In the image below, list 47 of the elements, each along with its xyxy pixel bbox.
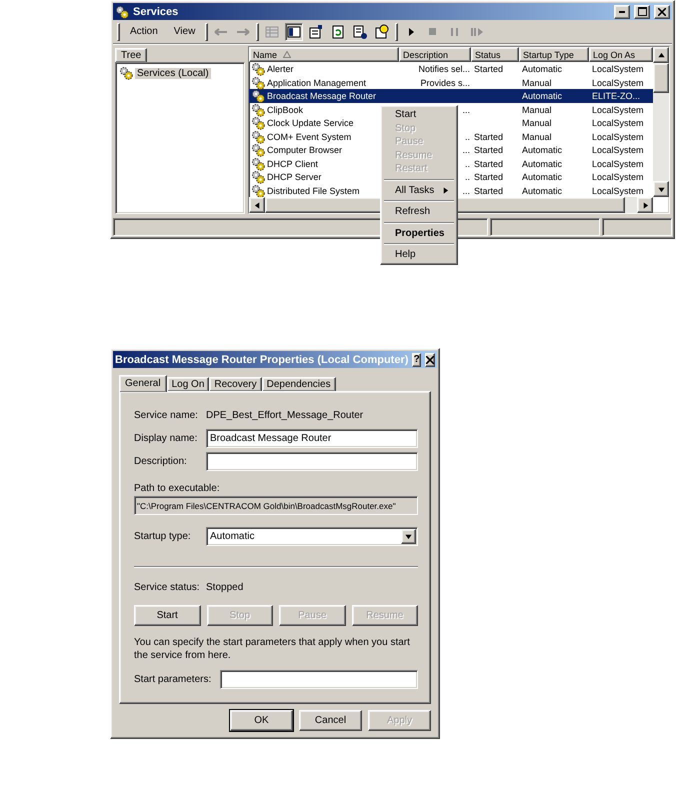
- field-label: Display name:: [134, 433, 198, 444]
- field-label: Service status:: [134, 582, 201, 593]
- table-cell-text: Automatic: [521, 172, 564, 182]
- table-cell: ...: [462, 104, 471, 114]
- table-cell: ..: [464, 132, 471, 142]
- table-cell-text: Automatic: [521, 145, 564, 155]
- table-cell-text: LocalSystem: [591, 172, 645, 182]
- table-cell-text: Started: [473, 145, 504, 155]
- field-label: Path to executable:: [134, 483, 221, 494]
- service-status: Stopped: [206, 582, 244, 593]
- table-cell-text: Started: [473, 158, 504, 168]
- field-label: Start parameters:: [134, 674, 212, 685]
- table-cell-text: Automatic: [521, 91, 564, 101]
- table-cell-text: LocalSystem: [591, 132, 645, 142]
- hint-text: You can specify the start parameters that apply when you start the service from here.: [134, 636, 411, 662]
- table-cell-text: Manual: [521, 118, 553, 128]
- table-cell-text: LocalSystem: [591, 118, 645, 128]
- table-cell-text: Started: [473, 172, 504, 182]
- table-cell-text: Started: [473, 186, 504, 196]
- table-cell: ..: [464, 172, 471, 182]
- table-cell-text: LocalSystem: [591, 104, 645, 114]
- table-cell-text: Manual: [521, 78, 553, 88]
- table-cell-text: LocalSystem: [591, 186, 645, 196]
- table-cell: Notifies sel...: [418, 64, 471, 74]
- field-label: Startup type:: [134, 531, 192, 542]
- table-cell-text: Automatic: [521, 158, 564, 168]
- table-cell-text: LocalSystem: [591, 145, 645, 155]
- field-label: Description:: [134, 456, 188, 467]
- service-name: DPE_Best_Effort_Message_Router: [206, 410, 364, 421]
- table-cell-text: LocalSystem: [591, 158, 645, 168]
- dialog-title: Broadcast Message Router Properties (Local Computer): [115, 354, 408, 366]
- table-cell-text: ELITE-ZO...: [591, 91, 642, 101]
- table-cell-text: Automatic: [521, 64, 564, 74]
- path-field: "C:\Program Files\CENTRACOM Gold\bin\BroadcastMsgRouter.exe": [134, 496, 418, 515]
- table-cell-text: Manual: [521, 104, 553, 114]
- table-cell-text: LocalSystem: [591, 78, 645, 88]
- table-cell-text: Manual: [521, 132, 553, 142]
- table-cell: ...: [462, 186, 471, 196]
- table-cell-text: Started: [473, 64, 504, 74]
- window-title: Services: [133, 6, 180, 18]
- table-cell-text: Automatic: [521, 186, 564, 196]
- table-cell: ..: [464, 158, 471, 168]
- field-label: Service name:: [134, 410, 199, 421]
- table-cell: Provides s...: [420, 78, 471, 88]
- table-cell-text: Started: [473, 132, 504, 142]
- table-cell-text: LocalSystem: [591, 64, 645, 74]
- table-cell: ...: [462, 145, 471, 155]
